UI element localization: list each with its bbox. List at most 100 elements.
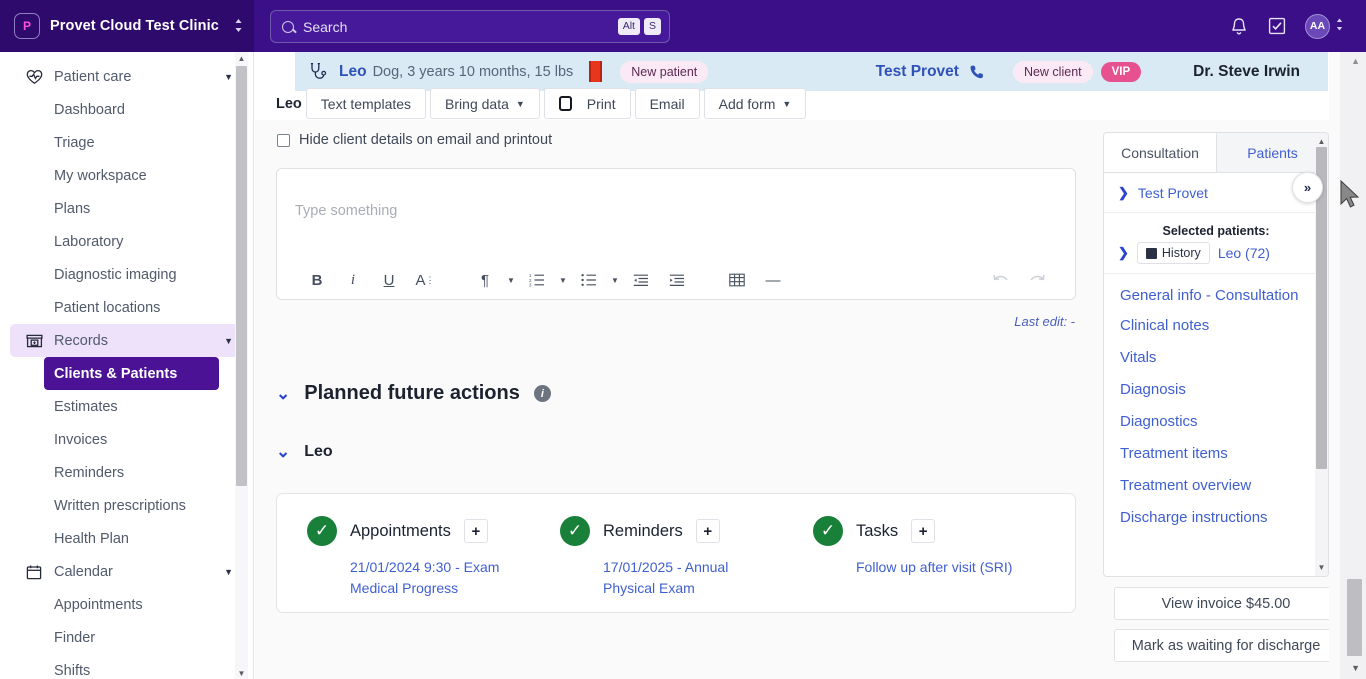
sidebar-scrollbar-thumb[interactable]	[236, 66, 247, 486]
client-link[interactable]: Test Provet	[1138, 185, 1208, 201]
ordered-list-icon[interactable]: 1 2 3	[519, 273, 555, 287]
indent-icon[interactable]	[659, 274, 695, 287]
redo-icon[interactable]	[1019, 273, 1055, 287]
chevron-down-icon[interactable]: ▼	[555, 276, 571, 285]
link-diagnostics[interactable]: Diagnostics	[1120, 406, 1328, 438]
avatar[interactable]: AA	[1305, 13, 1330, 39]
sidebar-item-invoices[interactable]: Invoices	[44, 423, 219, 456]
sidebar-item-patient-locations[interactable]: Patient locations	[44, 291, 219, 324]
sidebar-item-plans[interactable]: Plans	[44, 192, 219, 225]
email-button[interactable]: Email	[634, 88, 700, 119]
underline-icon[interactable]: U	[371, 272, 407, 289]
sidebar-item-dashboard[interactable]: Dashboard	[44, 93, 219, 126]
sidebar-item-my-workspace[interactable]: My workspace	[44, 159, 219, 192]
paragraph-format-icon[interactable]: ¶	[467, 272, 503, 289]
mark-waiting-discharge-button[interactable]: Mark as waiting for discharge	[1114, 629, 1338, 662]
font-size-icon[interactable]: A ⋮	[407, 272, 443, 289]
hide-client-details-row[interactable]: Hide client details on email and printou…	[277, 132, 552, 148]
link-general-info[interactable]: General info - Consultation	[1120, 282, 1328, 310]
clinic-switcher[interactable]: P Provet Cloud Test Clinic	[0, 0, 254, 52]
add-form-button[interactable]: Add form ▼	[703, 88, 807, 119]
chevron-down-icon[interactable]: ▼	[607, 276, 623, 285]
expand-panel-button[interactable]: »	[1292, 172, 1323, 203]
bold-icon[interactable]: B	[299, 272, 335, 289]
page-scrollbar-thumb[interactable]	[1347, 579, 1362, 656]
tab-patients[interactable]: Patients	[1216, 133, 1328, 172]
sidebar-item-health-plan[interactable]: Health Plan	[44, 522, 219, 555]
check-circle-icon: ✓	[813, 516, 843, 546]
sidebar-group-patient-care[interactable]: Patient care ▼	[10, 60, 243, 93]
global-search-bar[interactable]: Search Alt S	[270, 10, 670, 43]
sidebar-item-finder[interactable]: Finder	[44, 621, 219, 654]
sidebar-item-laboratory[interactable]: Laboratory	[44, 225, 219, 258]
link-treatment-items[interactable]: Treatment items	[1120, 438, 1328, 470]
reminder-detail-link[interactable]: 17/01/2025 - Annual Physical Exam	[603, 557, 781, 599]
topbar-actions: AA	[1229, 0, 1344, 52]
patient-subsection-header[interactable]: ⌄ Leo	[276, 442, 333, 462]
tab-consultation[interactable]: Consultation	[1104, 133, 1216, 172]
bring-data-button[interactable]: Bring data ▼	[430, 88, 540, 119]
sidebar-item-triage[interactable]: Triage	[44, 126, 219, 159]
bell-icon[interactable]	[1229, 16, 1249, 36]
planned-future-actions-header[interactable]: ⌄ Planned future actions i	[276, 382, 551, 405]
history-button[interactable]: History	[1136, 242, 1210, 264]
text-templates-button[interactable]: Text templates	[305, 88, 427, 119]
outdent-icon[interactable]	[623, 274, 659, 287]
sidebar-item-diagnostic-imaging[interactable]: Diagnostic imaging	[44, 258, 219, 291]
task-detail-link[interactable]: Follow up after visit (SRI)	[856, 557, 1066, 578]
link-diagnosis[interactable]: Diagnosis	[1120, 374, 1328, 406]
search-icon	[282, 20, 294, 33]
appointment-detail-link[interactable]: 21/01/2024 9:30 - Exam Medical Progress	[350, 557, 528, 599]
appointments-column: ✓ Appointments + 21/01/2024 9:30 - Exam …	[307, 516, 560, 612]
sidebar-item-clients-and-patients[interactable]: Clients & Patients	[44, 357, 219, 390]
add-reminder-button[interactable]: +	[695, 519, 720, 543]
patient-name[interactable]: Leo	[339, 63, 367, 81]
scroll-up-arrow-icon[interactable]: ▲	[1351, 56, 1360, 66]
italic-icon[interactable]: i	[335, 272, 371, 289]
tasks-column: ✓ Tasks + Follow up after visit (SRI)	[813, 516, 1066, 612]
sidebar-item-appointments[interactable]: Appointments	[44, 588, 219, 621]
sidebar-item-written-prescriptions[interactable]: Written prescriptions	[44, 489, 219, 522]
view-invoice-button[interactable]: View invoice $45.00	[1114, 587, 1338, 620]
last-edit-text: Last edit: -	[1014, 314, 1075, 329]
undo-icon[interactable]	[983, 273, 1019, 287]
bullet-list-icon[interactable]	[571, 273, 607, 287]
client-name[interactable]: Test Provet	[876, 63, 959, 81]
sidebar-group-calendar[interactable]: Calendar ▼	[10, 555, 243, 588]
vip-badge: VIP	[1100, 61, 1142, 82]
sidebar-item-estimates[interactable]: Estimates	[44, 390, 219, 423]
hide-client-details-checkbox[interactable]	[277, 133, 290, 147]
horizontal-rule-icon[interactable]: —	[755, 272, 791, 289]
link-clinical-notes[interactable]: Clinical notes	[1120, 310, 1328, 342]
chevron-down-icon: ▼	[782, 98, 792, 109]
link-treatment-overview[interactable]: Treatment overview	[1120, 470, 1328, 502]
sidebar-group-label: Records	[54, 332, 108, 349]
chevron-right-icon[interactable]: ❯	[1118, 185, 1129, 201]
info-icon[interactable]: i	[533, 385, 551, 402]
patient-details: Dog, 3 years 10 months, 15 lbs	[372, 63, 574, 80]
table-icon[interactable]	[719, 273, 755, 287]
patient-entry-link[interactable]: Leo (72)	[1218, 245, 1270, 261]
chevron-right-icon[interactable]: ❯	[1118, 245, 1129, 261]
rich-text-editor[interactable]: Type something B i U A ⋮ ¶ ▼ 1 2 3 ▼ ▼ —	[276, 168, 1076, 300]
scroll-down-arrow-icon[interactable]: ▼	[236, 667, 247, 679]
link-vitals[interactable]: Vitals	[1120, 342, 1328, 374]
left-sidebar: Patient care ▼ Dashboard Triage My works…	[0, 52, 254, 679]
editor-toolbar: B i U A ⋮ ¶ ▼ 1 2 3 ▼ ▼ —	[277, 261, 1075, 299]
add-task-button[interactable]: +	[911, 519, 936, 543]
phone-icon[interactable]	[969, 64, 985, 80]
sidebar-item-shifts[interactable]: Shifts	[44, 654, 219, 679]
chevron-down-icon[interactable]: ▼	[503, 276, 519, 285]
sidebar-group-records[interactable]: Records ▼	[10, 324, 243, 357]
sidebar-item-reminders[interactable]: Reminders	[44, 456, 219, 489]
chevron-down-icon[interactable]: ⌄	[276, 384, 290, 404]
add-appointment-button[interactable]: +	[463, 519, 488, 543]
scroll-down-arrow-icon[interactable]: ▼	[1351, 663, 1360, 673]
chevron-down-icon[interactable]: ⌄	[276, 442, 290, 462]
scroll-down-arrow-icon[interactable]: ▼	[1316, 561, 1327, 574]
tasks-checkbox-icon[interactable]	[1267, 16, 1287, 36]
scroll-up-arrow-icon[interactable]: ▲	[236, 52, 247, 64]
chevron-updown-icon[interactable]	[1335, 17, 1344, 35]
print-button[interactable]: Print	[543, 88, 631, 119]
link-discharge-instructions[interactable]: Discharge instructions	[1120, 502, 1328, 534]
